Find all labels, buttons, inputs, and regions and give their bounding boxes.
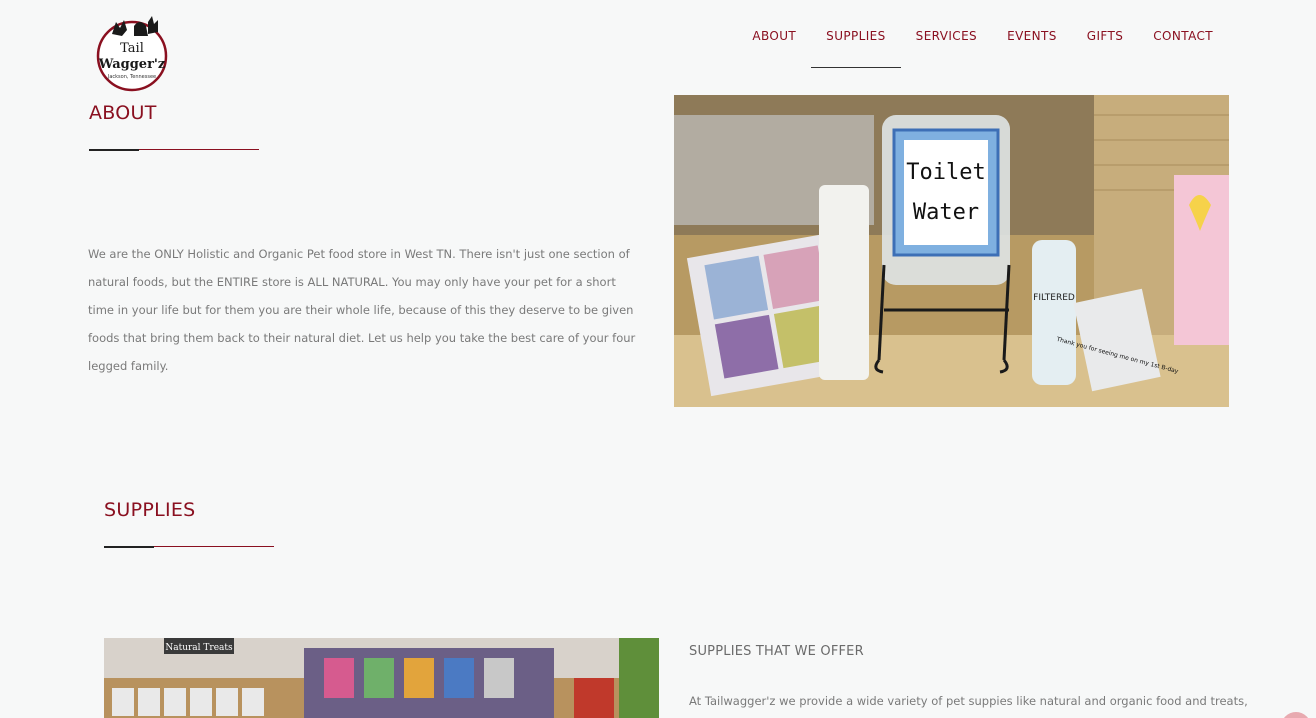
nav-item-supplies[interactable]: SUPPLIES <box>811 28 901 68</box>
nav-item-services[interactable]: SERVICES <box>901 28 992 68</box>
supplies-photo-graphic: Natural Treats <box>104 638 659 718</box>
photo-sign-line2: Water <box>913 200 979 225</box>
page: Tail Wagger'z Jackson, Tennessee ABOUT S… <box>0 0 1316 718</box>
nav-item-gifts[interactable]: GIFTS <box>1072 28 1138 68</box>
scroll-to-top-button[interactable] <box>1281 712 1311 718</box>
about-photo-graphic: Toilet Water FILTERED Thank you for seei… <box>674 95 1229 407</box>
supplies-subheading: SUPPLIES THAT WE OFFER <box>689 644 864 659</box>
logo-text-location: Jackson, Tennessee <box>107 74 156 80</box>
logo-text-waggerz: Wagger'z <box>98 57 166 72</box>
supplies-body-text: At Tailwagger'z we provide a wide variet… <box>689 694 1248 708</box>
supplies-photo-sign: Natural Treats <box>165 643 233 653</box>
nav-item-about[interactable]: ABOUT <box>737 28 811 68</box>
site-logo[interactable]: Tail Wagger'z Jackson, Tennessee <box>94 12 170 96</box>
about-title-underline <box>89 148 259 151</box>
logo-text-tail: Tail <box>120 41 144 56</box>
nav-item-events[interactable]: EVENTS <box>992 28 1072 68</box>
logo-graphic: Tail Wagger'z Jackson, Tennessee <box>96 16 168 92</box>
about-body-text: We are the ONLY Holistic and Organic Pet… <box>88 247 636 373</box>
nav-item-contact[interactable]: CONTACT <box>1138 28 1228 68</box>
photo-bottle-label: FILTERED <box>1033 293 1075 303</box>
photo-sign-line1: Toilet <box>906 160 985 185</box>
main-nav: ABOUT SUPPLIES SERVICES EVENTS GIFTS CON… <box>737 28 1228 68</box>
supplies-title: SUPPLIES <box>104 499 196 521</box>
about-title: ABOUT <box>89 102 157 124</box>
about-photo: Toilet Water FILTERED Thank you for seei… <box>674 95 1229 407</box>
supplies-photo: Natural Treats <box>104 638 659 718</box>
supplies-title-underline <box>104 545 274 548</box>
